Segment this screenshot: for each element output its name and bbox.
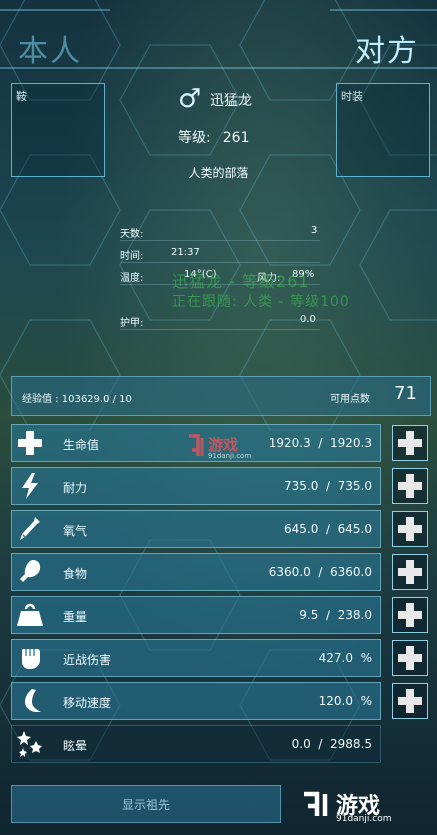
male-gender-icon: ♂ bbox=[178, 84, 202, 114]
stat-label: 移动速度 bbox=[63, 696, 112, 710]
info-days: 天数: 3 bbox=[120, 224, 320, 241]
stat-row-oxygen: 氧气 645.0 / 645.0 bbox=[11, 510, 381, 548]
stat-value: 427.0 % bbox=[318, 651, 372, 665]
weight-icon bbox=[17, 603, 43, 626]
center-watermark-url: 91danji.com bbox=[208, 452, 252, 460]
tribe-name: 人类的部落 bbox=[188, 166, 249, 180]
experience-bar: 经验值 : 103629.0 / 10 可用点数 71 bbox=[11, 376, 431, 416]
plus-icon bbox=[398, 517, 422, 541]
saddle-slot-label: 鞍 bbox=[16, 90, 27, 103]
creature-name-row: ♂ 迅猛龙 bbox=[178, 86, 252, 114]
info-armor: 护甲: 0.0 bbox=[120, 313, 320, 330]
stat-label: 耐力 bbox=[63, 481, 88, 495]
lightning-icon bbox=[22, 473, 38, 499]
info-days-label: 天数: bbox=[120, 229, 144, 240]
watermark-91-icon bbox=[189, 434, 204, 456]
fist-icon bbox=[22, 649, 40, 669]
tab-self[interactable]: 本人 bbox=[18, 26, 82, 70]
creature-level: 等级: 261 bbox=[178, 127, 249, 147]
costume-slot[interactable]: 时装 bbox=[336, 83, 430, 177]
add-oxygen-button[interactable] bbox=[392, 511, 428, 547]
plus-icon bbox=[398, 603, 422, 627]
info-time: 时间: 21:37 bbox=[120, 246, 320, 263]
saddle-slot[interactable]: 鞍 bbox=[11, 83, 105, 177]
stat-label: 生命值 bbox=[63, 438, 100, 452]
brand-watermark-url: 91danji.com bbox=[336, 814, 392, 824]
add-melee-button[interactable] bbox=[392, 640, 428, 676]
stat-value: 120.0 % bbox=[318, 694, 372, 708]
add-food-button[interactable] bbox=[392, 554, 428, 590]
level-label: 等级: bbox=[178, 130, 211, 146]
show-ancestors-button[interactable]: 显示祖先 bbox=[11, 785, 281, 823]
stat-label: 眩晕 bbox=[63, 739, 88, 753]
stat-row-torpor: 眩晕 0.0 / 2988.5 bbox=[11, 725, 381, 763]
stat-label: 近战伤害 bbox=[63, 653, 112, 667]
add-health-button[interactable] bbox=[392, 425, 428, 461]
stat-value: 0.0 / 2988.5 bbox=[291, 737, 372, 751]
plus-icon bbox=[398, 646, 422, 670]
stat-value: 6360.0 / 6360.0 bbox=[268, 565, 372, 579]
stat-row-melee: 近战伤害 427.0 % bbox=[11, 639, 381, 677]
stat-value: 645.0 / 645.0 bbox=[283, 522, 372, 536]
oxygen-tank-icon bbox=[20, 517, 40, 540]
plus-icon bbox=[398, 560, 422, 584]
health-cross-icon bbox=[18, 431, 42, 455]
stat-value: 735.0 / 735.0 bbox=[283, 479, 372, 493]
add-stamina-button[interactable] bbox=[392, 468, 428, 504]
brand-watermark: 游戏 91danji.com bbox=[300, 784, 430, 830]
plus-icon bbox=[398, 431, 422, 455]
stat-row-stamina: 耐力 735.0 / 735.0 bbox=[11, 467, 381, 505]
costume-slot-label: 时装 bbox=[341, 90, 363, 103]
stat-row-weight: 重量 9.5 / 238.0 bbox=[11, 596, 381, 634]
stars-icon bbox=[17, 731, 42, 757]
show-ancestors-label: 显示祖先 bbox=[121, 798, 170, 812]
food-drumstick-icon bbox=[20, 560, 41, 582]
info-armor-value: 0.0 bbox=[300, 314, 316, 325]
world-label-creature: 迅猛龙 - 等级261 bbox=[172, 272, 310, 291]
add-speed-button[interactable] bbox=[392, 683, 428, 719]
watermark-91-logo-icon bbox=[304, 791, 328, 816]
info-time-value: 21:37 bbox=[171, 247, 200, 258]
info-armor-label: 护甲: bbox=[120, 318, 144, 329]
stat-value: 1920.3 / 1920.3 bbox=[268, 436, 372, 450]
tab-other[interactable]: 对方 bbox=[355, 26, 419, 70]
stat-label: 氧气 bbox=[63, 524, 88, 538]
plus-icon bbox=[398, 474, 422, 498]
experience-label: 经验值 : 103629.0 / 10 bbox=[22, 394, 132, 405]
level-value: 261 bbox=[222, 130, 250, 146]
stat-row-speed: 移动速度 120.0 % bbox=[11, 682, 381, 720]
center-watermark: 游戏 91danji.com bbox=[186, 432, 251, 466]
add-weight-button[interactable] bbox=[392, 597, 428, 633]
world-label-following: 正在跟随: 人类 - 等级100 bbox=[172, 294, 350, 310]
foot-icon bbox=[25, 689, 41, 712]
info-temperature-label: 温度: bbox=[120, 273, 144, 284]
info-days-value: 3 bbox=[311, 225, 318, 236]
available-points-value: 71 bbox=[394, 383, 417, 404]
stat-value: 9.5 / 238.0 bbox=[299, 608, 372, 622]
stat-label: 食物 bbox=[63, 567, 88, 581]
plus-icon bbox=[398, 689, 422, 713]
stat-row-food: 食物 6360.0 / 6360.0 bbox=[11, 553, 381, 591]
creature-name: 迅猛龙 bbox=[210, 93, 252, 109]
stat-label: 重量 bbox=[63, 610, 88, 624]
info-time-label: 时间: bbox=[120, 251, 144, 262]
available-points-label: 可用点数 bbox=[330, 394, 370, 405]
